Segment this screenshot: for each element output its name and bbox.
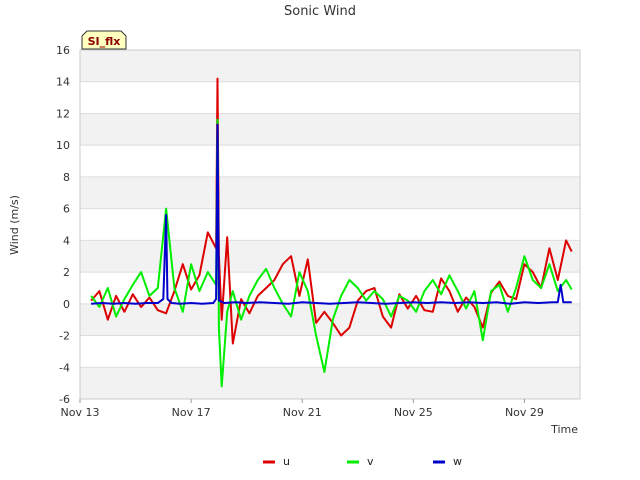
y-tick-label: -4: [59, 361, 70, 374]
legend-item-w: w: [433, 455, 462, 468]
series-line-w: [91, 123, 572, 305]
background-band: [80, 50, 580, 82]
background-band: [80, 240, 580, 273]
background-band: [80, 176, 580, 209]
y-tick-label: 6: [63, 203, 70, 216]
y-tick-label: 4: [63, 234, 70, 247]
x-tick-label: Nov 21: [283, 406, 322, 419]
gridlines: [80, 49, 580, 400]
chart-container: -6 -4 -2 0 2 4 6 8 10 12 14 16 Nov 13 Nov 17 Nov 21 No…: [0, 0, 640, 480]
x-tick-label: Nov 25: [394, 406, 433, 419]
chart-title: Sonic Wind: [284, 4, 356, 19]
x-tick-label: Nov 17: [172, 406, 211, 419]
legend: u v w: [263, 455, 462, 468]
y-tick-label: 8: [63, 171, 70, 184]
background-band: [80, 367, 580, 399]
legend-item-v: v: [347, 455, 374, 468]
y-axis-title: Wind (m/s): [8, 195, 21, 255]
x-tick-label: Nov 29: [505, 406, 544, 419]
x-axis-title: Time: [550, 423, 578, 436]
y-tick-label: 16: [56, 44, 70, 57]
chart-svg: -6-4-20246810121416 Nov 13 Nov 17 Nov 21 No…: [8, 4, 581, 468]
plot-frame: [79, 49, 581, 400]
y-tick-label: 14: [56, 76, 70, 89]
x-tick-label: Nov 13: [61, 406, 100, 419]
y-axis-ticks: -6 -4 -2 0 2 4 6 8 10 12 14 16: [56, 44, 70, 406]
legend-label-w: w: [453, 455, 462, 468]
legend-item-u: u: [263, 455, 290, 468]
si-flx-badge-label: SI_flx: [88, 35, 121, 48]
legend-label-v: v: [367, 455, 374, 468]
y-tick-label: -6: [59, 393, 70, 406]
background-band: [80, 113, 580, 146]
y-tick-label: -2: [59, 330, 70, 343]
si-flx-badge: SI_flx: [81, 30, 127, 50]
y-tick-label: 10: [56, 139, 70, 152]
y-tick-label: 0: [63, 298, 70, 311]
x-axis-ticks: Nov 13 Nov 17 Nov 21 Nov 25 Nov 29: [61, 399, 544, 419]
y-tick-label: 2: [63, 266, 70, 279]
y-tick-label: 12: [56, 107, 70, 120]
background-bands: [80, 50, 580, 399]
legend-label-u: u: [283, 455, 290, 468]
